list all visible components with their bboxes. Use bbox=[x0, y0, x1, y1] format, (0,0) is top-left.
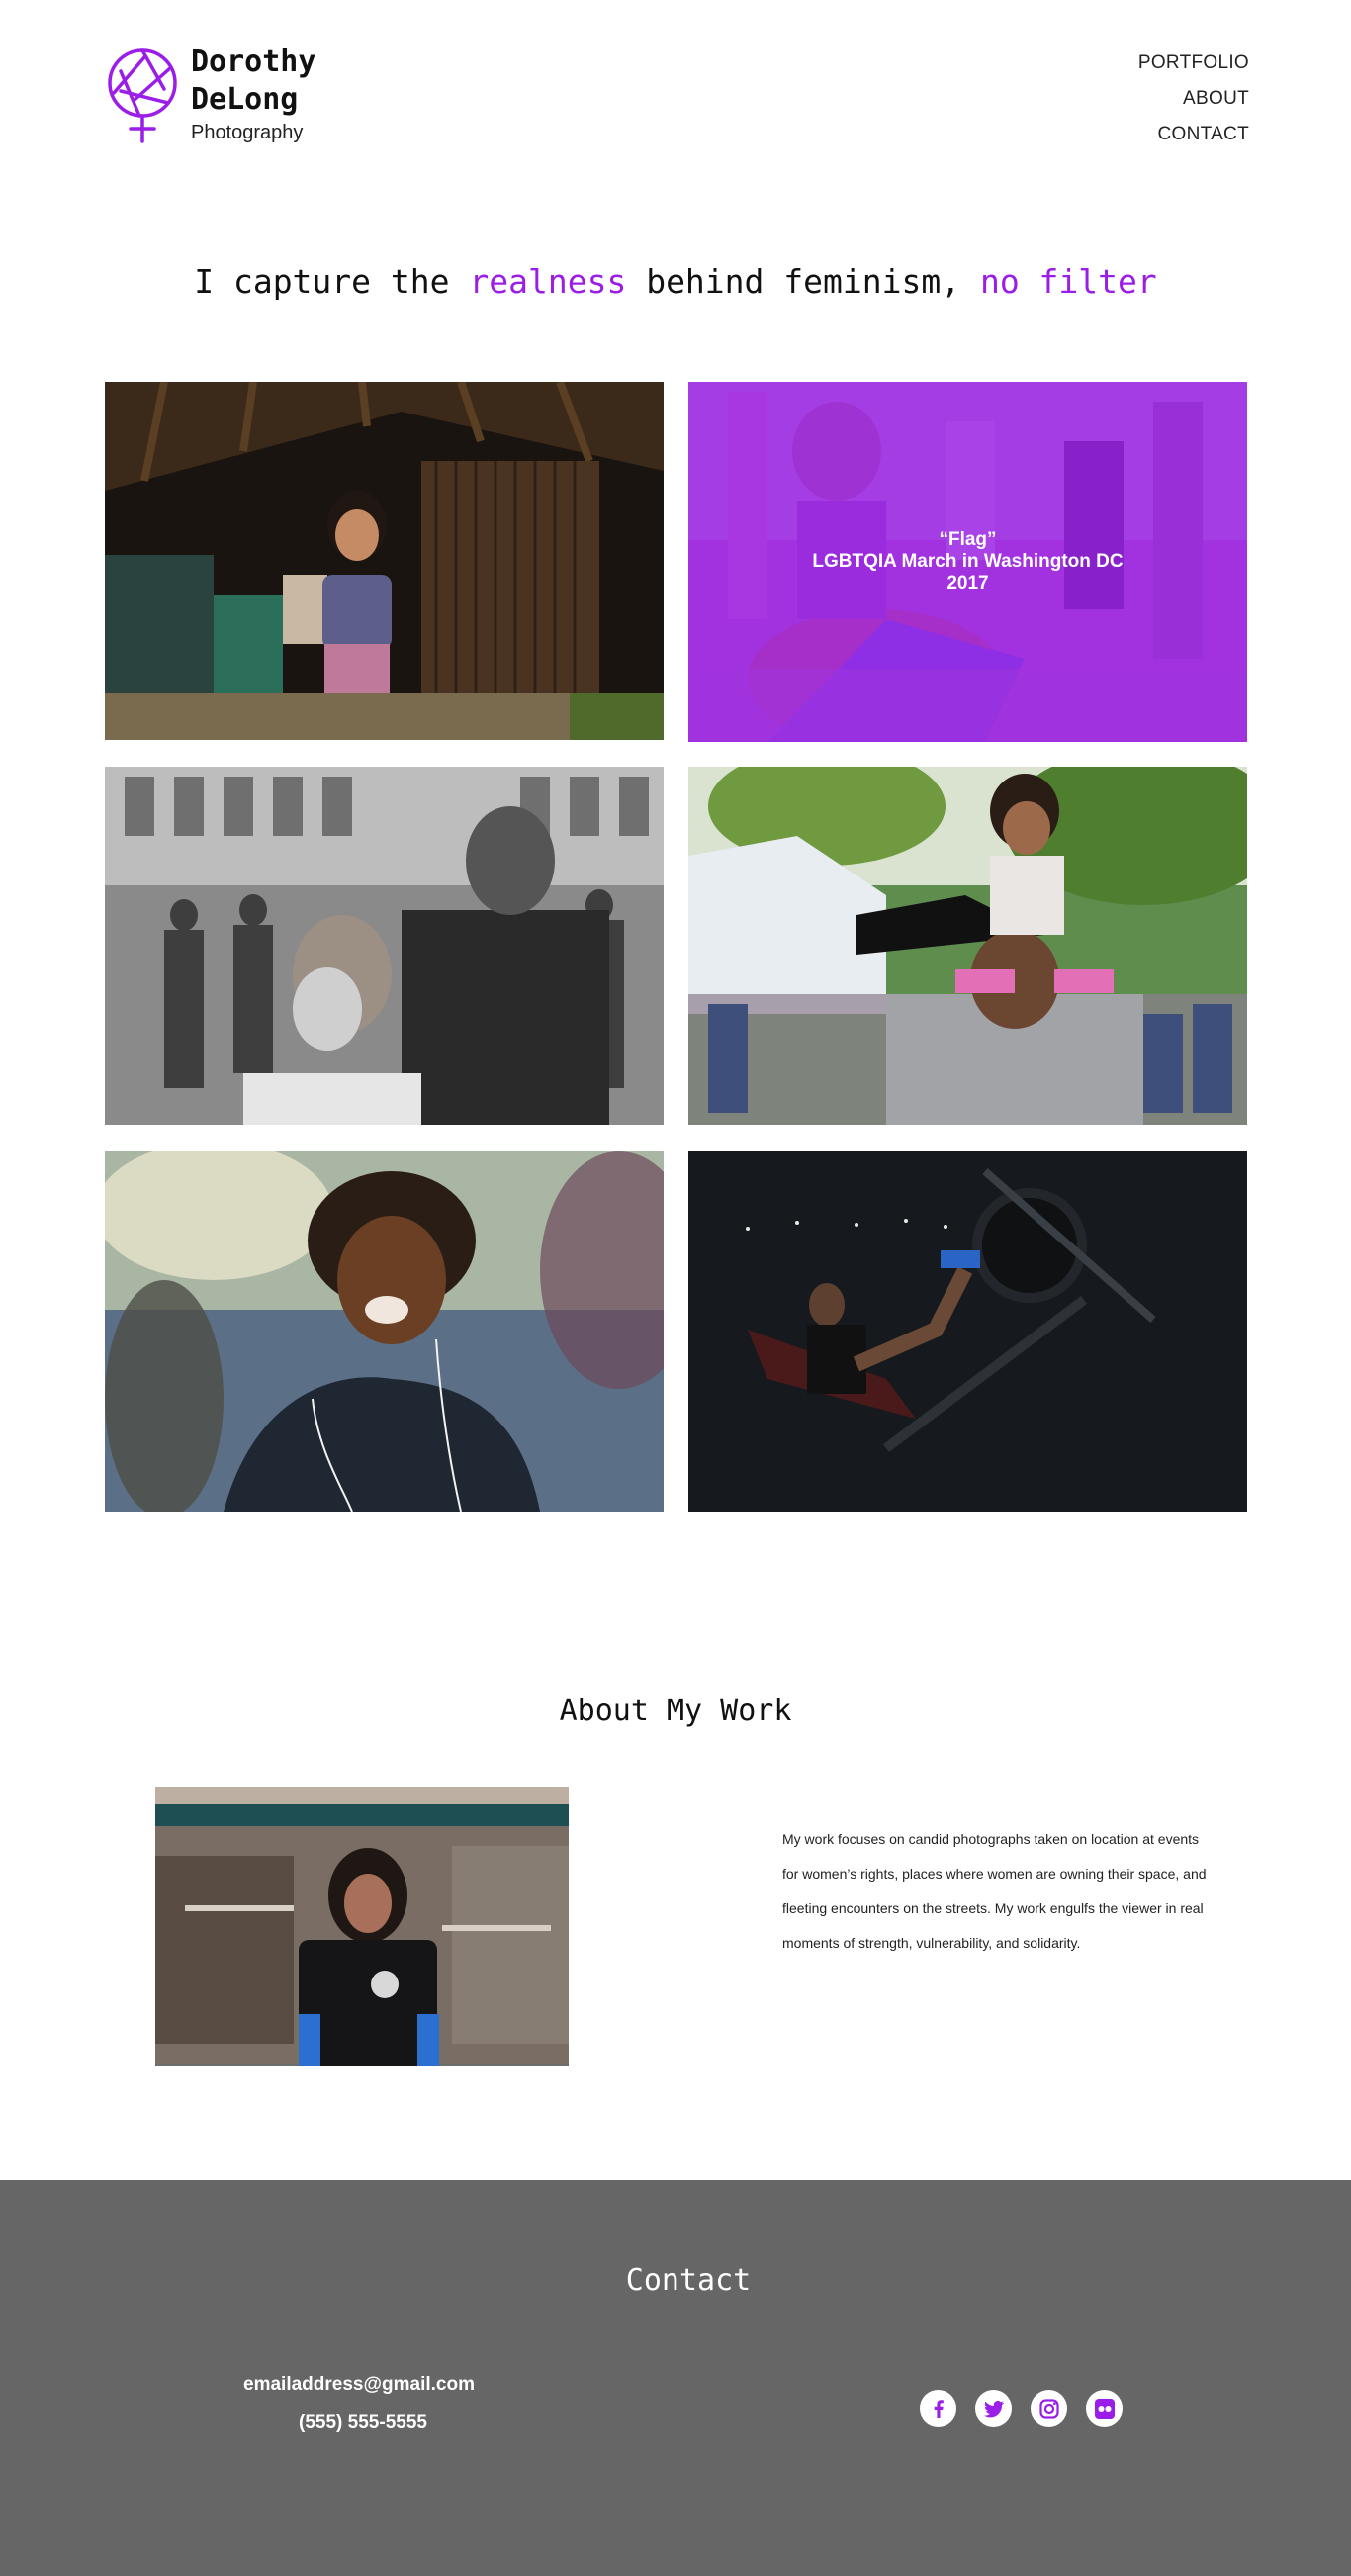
brand-name[interactable]: Dorothy DeLong bbox=[191, 44, 369, 119]
aperture-venus-icon[interactable] bbox=[105, 46, 180, 144]
caption-year: 2017 bbox=[946, 573, 989, 594]
tagline: I capture the realness behind feminism, … bbox=[0, 259, 1351, 305]
brand-subtitle: Photography bbox=[191, 122, 304, 143]
about-title: About My Work bbox=[559, 1694, 792, 1728]
facebook-icon[interactable] bbox=[920, 2390, 956, 2427]
portfolio-photo[interactable] bbox=[688, 767, 1247, 1125]
tagline-text: behind feminism, bbox=[626, 262, 980, 301]
portfolio-photo[interactable] bbox=[105, 767, 664, 1125]
flickr-icon[interactable] bbox=[1086, 2390, 1123, 2427]
contact-email[interactable]: emailaddress@gmail.com bbox=[181, 2374, 537, 2396]
nav-portfolio-link[interactable]: PORTFOLIO bbox=[1138, 46, 1249, 81]
nav-about-link[interactable]: ABOUT bbox=[1138, 81, 1249, 117]
caption-event: LGBTQIA March in Washington DC bbox=[812, 551, 1124, 572]
about-photo bbox=[155, 1787, 569, 2066]
site-header: Dorothy DeLong Photography PORTFOLIO ABO… bbox=[0, 0, 1351, 178]
social-links bbox=[920, 2390, 1123, 2427]
twitter-icon[interactable] bbox=[975, 2390, 1012, 2427]
tagline-text: I capture the bbox=[194, 262, 470, 301]
portfolio-photo-flag[interactable]: “Flag” LGBTQIA March in Washington DC 20… bbox=[688, 382, 1247, 742]
portfolio-photo[interactable] bbox=[688, 1151, 1247, 1512]
brand: Dorothy DeLong Photography bbox=[191, 44, 369, 144]
contact-footer: Contact emailaddress@gmail.com (555) 555… bbox=[0, 2180, 1351, 2576]
about-description: My work focuses on candid photographs ta… bbox=[782, 1831, 1207, 1951]
contact-title: Contact bbox=[625, 2263, 752, 2298]
contact-phone[interactable]: (555) 555-5555 bbox=[185, 2412, 541, 2434]
nav-contact-link[interactable]: CONTACT bbox=[1138, 117, 1249, 152]
portfolio-photo[interactable] bbox=[105, 382, 664, 740]
caption-title: “Flag” bbox=[939, 529, 997, 550]
main-nav: PORTFOLIO ABOUT CONTACT bbox=[1138, 46, 1249, 152]
tagline-highlight: no filter bbox=[979, 262, 1157, 301]
portfolio-photo[interactable] bbox=[105, 1151, 664, 1512]
photo-caption: “Flag” LGBTQIA March in Washington DC 20… bbox=[790, 529, 1146, 595]
photo-caption-overlay: “Flag” LGBTQIA March in Washington DC 20… bbox=[688, 382, 1247, 742]
tagline-highlight: realness bbox=[469, 262, 627, 301]
instagram-icon[interactable] bbox=[1031, 2390, 1067, 2427]
